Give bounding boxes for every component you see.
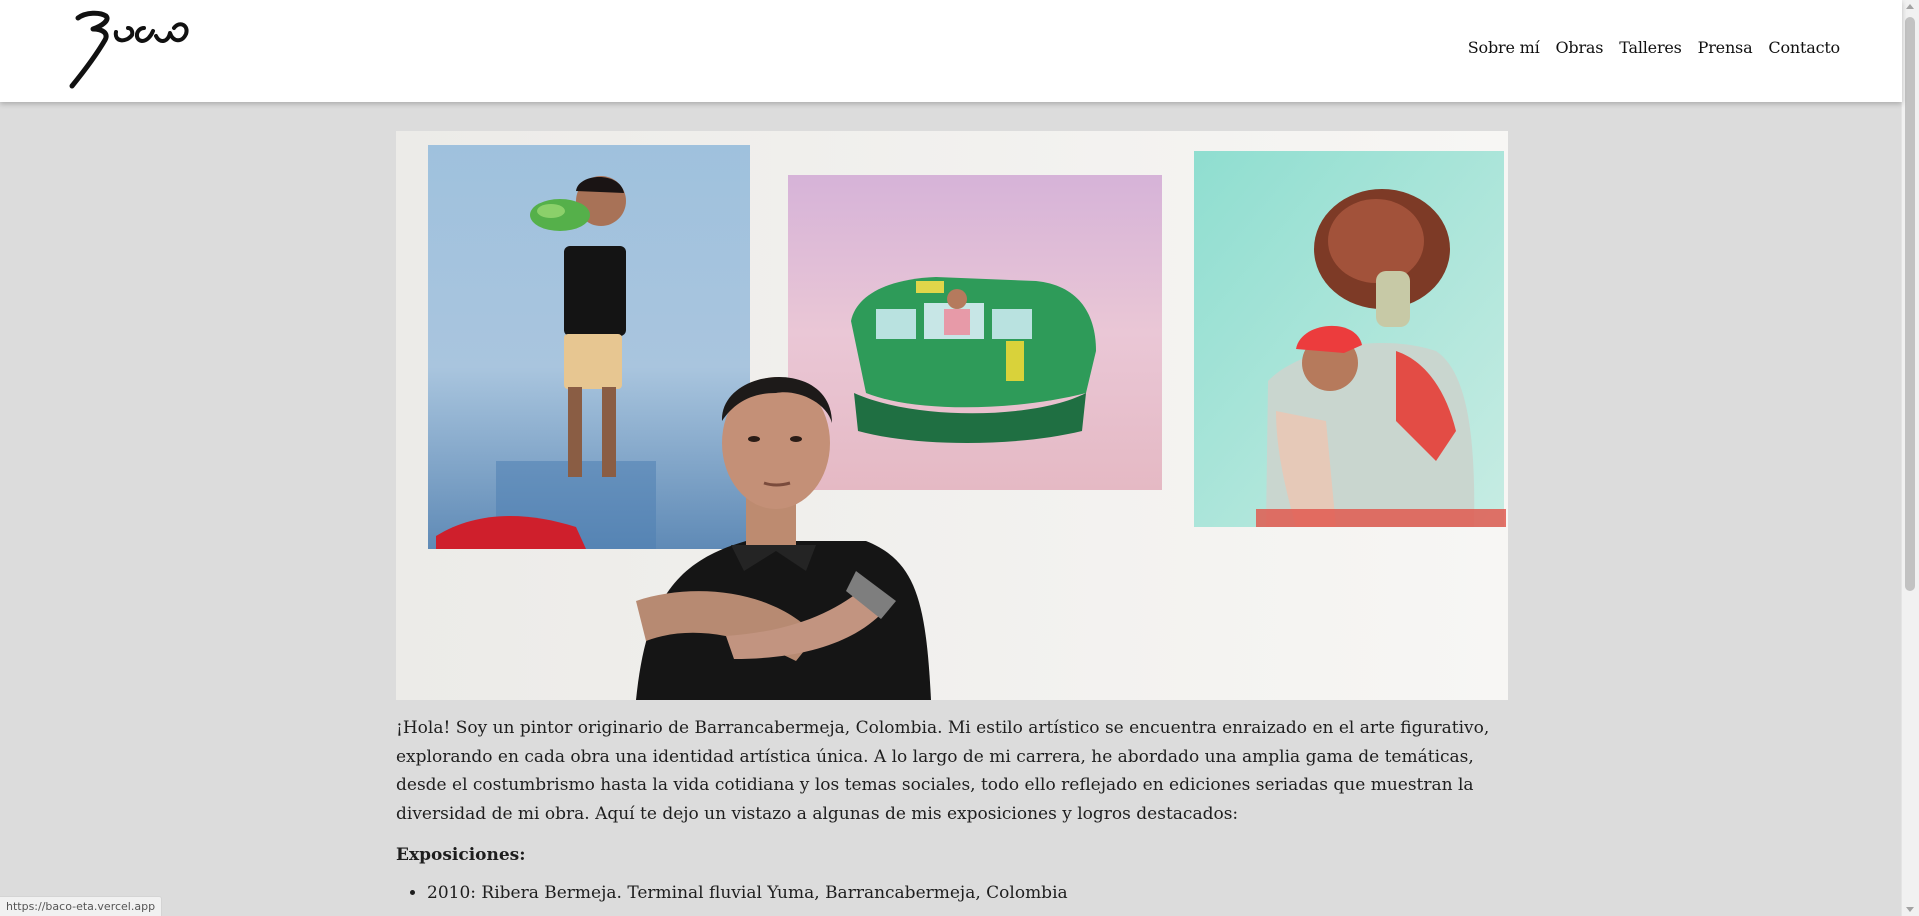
status-bar-url: https://baco-eta.vercel.app <box>0 896 163 916</box>
artist-photo <box>396 131 1508 700</box>
logo-signature-icon <box>69 10 189 89</box>
nav-talleres[interactable]: Talleres <box>1619 38 1682 57</box>
site-header: Sobre mí Obras Talleres Prensa Contacto <box>0 0 1902 102</box>
intro-paragraph: ¡Hola! Soy un pintor originario de Barra… <box>396 718 1490 824</box>
main-nav: Sobre mí Obras Talleres Prensa Contacto <box>1468 38 1840 57</box>
scroll-up-arrow-icon[interactable] <box>1906 4 1914 9</box>
logo[interactable] <box>64 6 204 90</box>
painting-worker <box>1194 151 1506 527</box>
artist-with-paintings-image <box>396 131 1508 700</box>
list-item: 2010: Ribera Bermeja. Terminal fluvial Y… <box>427 879 1508 907</box>
about-content: ¡Hola! Soy un pintor originario de Barra… <box>396 714 1508 907</box>
nav-sobre-mi[interactable]: Sobre mí <box>1468 38 1540 57</box>
nav-obras[interactable]: Obras <box>1556 38 1604 57</box>
scrollbar-thumb[interactable] <box>1905 17 1915 591</box>
vertical-scrollbar[interactable] <box>1901 0 1919 916</box>
exhibitions-heading: Exposiciones: <box>396 845 526 865</box>
scroll-down-arrow-icon[interactable] <box>1906 907 1914 912</box>
exhibitions-list: 2010: Ribera Bermeja. Terminal fluvial Y… <box>396 879 1508 907</box>
nav-prensa[interactable]: Prensa <box>1698 38 1753 57</box>
painting-boat <box>788 175 1162 490</box>
nav-contacto[interactable]: Contacto <box>1768 38 1840 57</box>
painting-boy <box>428 145 750 549</box>
